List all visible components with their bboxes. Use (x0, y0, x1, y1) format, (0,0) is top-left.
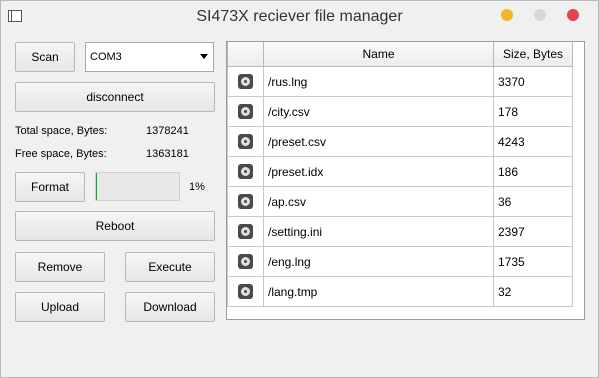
table-row[interactable]: /setting.ini 2397 (227, 216, 573, 247)
file-size-cell[interactable]: 1735 (493, 246, 573, 277)
row-icon-cell[interactable] (227, 186, 264, 217)
file-name-cell[interactable]: /preset.csv (263, 126, 494, 157)
row-icon-cell[interactable] (227, 126, 264, 157)
progress-percent: 1% (189, 181, 205, 193)
title-bar[interactable]: SI473X reciever file manager (1, 1, 598, 32)
file-icon (238, 104, 253, 120)
file-icon (238, 134, 253, 150)
file-name-cell[interactable]: /setting.ini (263, 216, 494, 247)
port-select[interactable]: COM3 (85, 42, 214, 72)
table-row[interactable]: /eng.lng 1735 (227, 246, 573, 277)
upload-button[interactable]: Upload (15, 292, 105, 322)
scan-button[interactable]: Scan (15, 42, 75, 72)
file-size-cell[interactable]: 186 (493, 156, 573, 187)
file-size-cell[interactable]: 2397 (493, 216, 573, 247)
file-name-cell[interactable]: /lang.tmp (263, 276, 494, 307)
reboot-button[interactable]: Reboot (15, 211, 215, 241)
file-size-cell[interactable]: 36 (493, 186, 573, 217)
file-icon (238, 224, 253, 240)
column-header-name[interactable]: Name (263, 42, 494, 67)
file-name-cell[interactable]: /city.csv (263, 96, 494, 127)
table-header: Name Size, Bytes (227, 42, 573, 67)
row-icon-cell[interactable] (227, 96, 264, 127)
format-button[interactable]: Format (15, 172, 85, 202)
file-size-cell[interactable]: 4243 (493, 126, 573, 157)
file-name-cell[interactable]: /preset.idx (263, 156, 494, 187)
table-row[interactable]: /preset.idx 186 (227, 156, 573, 187)
execute-button[interactable]: Execute (125, 252, 215, 282)
table-row[interactable]: /ap.csv 36 (227, 186, 573, 217)
disconnect-button[interactable]: disconnect (15, 82, 215, 112)
row-icon-cell[interactable] (227, 156, 264, 187)
file-icon (238, 74, 253, 90)
total-space-value: 1378241 (146, 125, 189, 137)
file-size-cell[interactable]: 32 (493, 276, 573, 307)
header-corner[interactable] (227, 42, 264, 67)
main-window: SI473X reciever file manager Scan COM3 d… (0, 0, 599, 378)
row-icon-cell[interactable] (227, 246, 264, 277)
file-name-cell[interactable]: /ap.csv (263, 186, 494, 217)
table-row[interactable]: /rus.lng 3370 (227, 66, 573, 97)
file-name-cell[interactable]: /rus.lng (263, 66, 494, 97)
table-row[interactable]: /city.csv 178 (227, 96, 573, 127)
format-progress-bar (95, 172, 180, 201)
row-icon-cell[interactable] (227, 216, 264, 247)
file-name-cell[interactable]: /eng.lng (263, 246, 494, 277)
column-header-size[interactable]: Size, Bytes (493, 42, 573, 67)
port-select-value: COM3 (90, 51, 122, 63)
progress-fill (96, 173, 97, 200)
maximize-button[interactable] (534, 9, 546, 21)
remove-button[interactable]: Remove (15, 252, 105, 282)
file-size-cell[interactable]: 3370 (493, 66, 573, 97)
download-button[interactable]: Download (125, 292, 215, 322)
file-table[interactable]: Name Size, Bytes /rus.lng 3370/city.csv 17… (226, 41, 585, 320)
file-size-cell[interactable]: 178 (493, 96, 573, 127)
row-icon-cell[interactable] (227, 276, 264, 307)
file-icon (238, 284, 253, 300)
table-row[interactable]: /lang.tmp 32 (227, 276, 573, 307)
table-row[interactable]: /preset.csv 4243 (227, 126, 573, 157)
minimize-button[interactable] (501, 9, 513, 21)
total-space-label: Total space, Bytes: (15, 125, 108, 137)
free-space-value: 1363181 (146, 148, 189, 160)
row-icon-cell[interactable] (227, 66, 264, 97)
file-icon (238, 254, 253, 270)
file-icon (238, 194, 253, 210)
chevron-down-icon (200, 54, 208, 59)
close-button[interactable] (567, 9, 579, 21)
file-rows: /rus.lng 3370/city.csv 178/preset.csv 4243/… (227, 66, 573, 307)
file-icon (238, 164, 253, 180)
free-space-label: Free space, Bytes: (15, 148, 107, 160)
